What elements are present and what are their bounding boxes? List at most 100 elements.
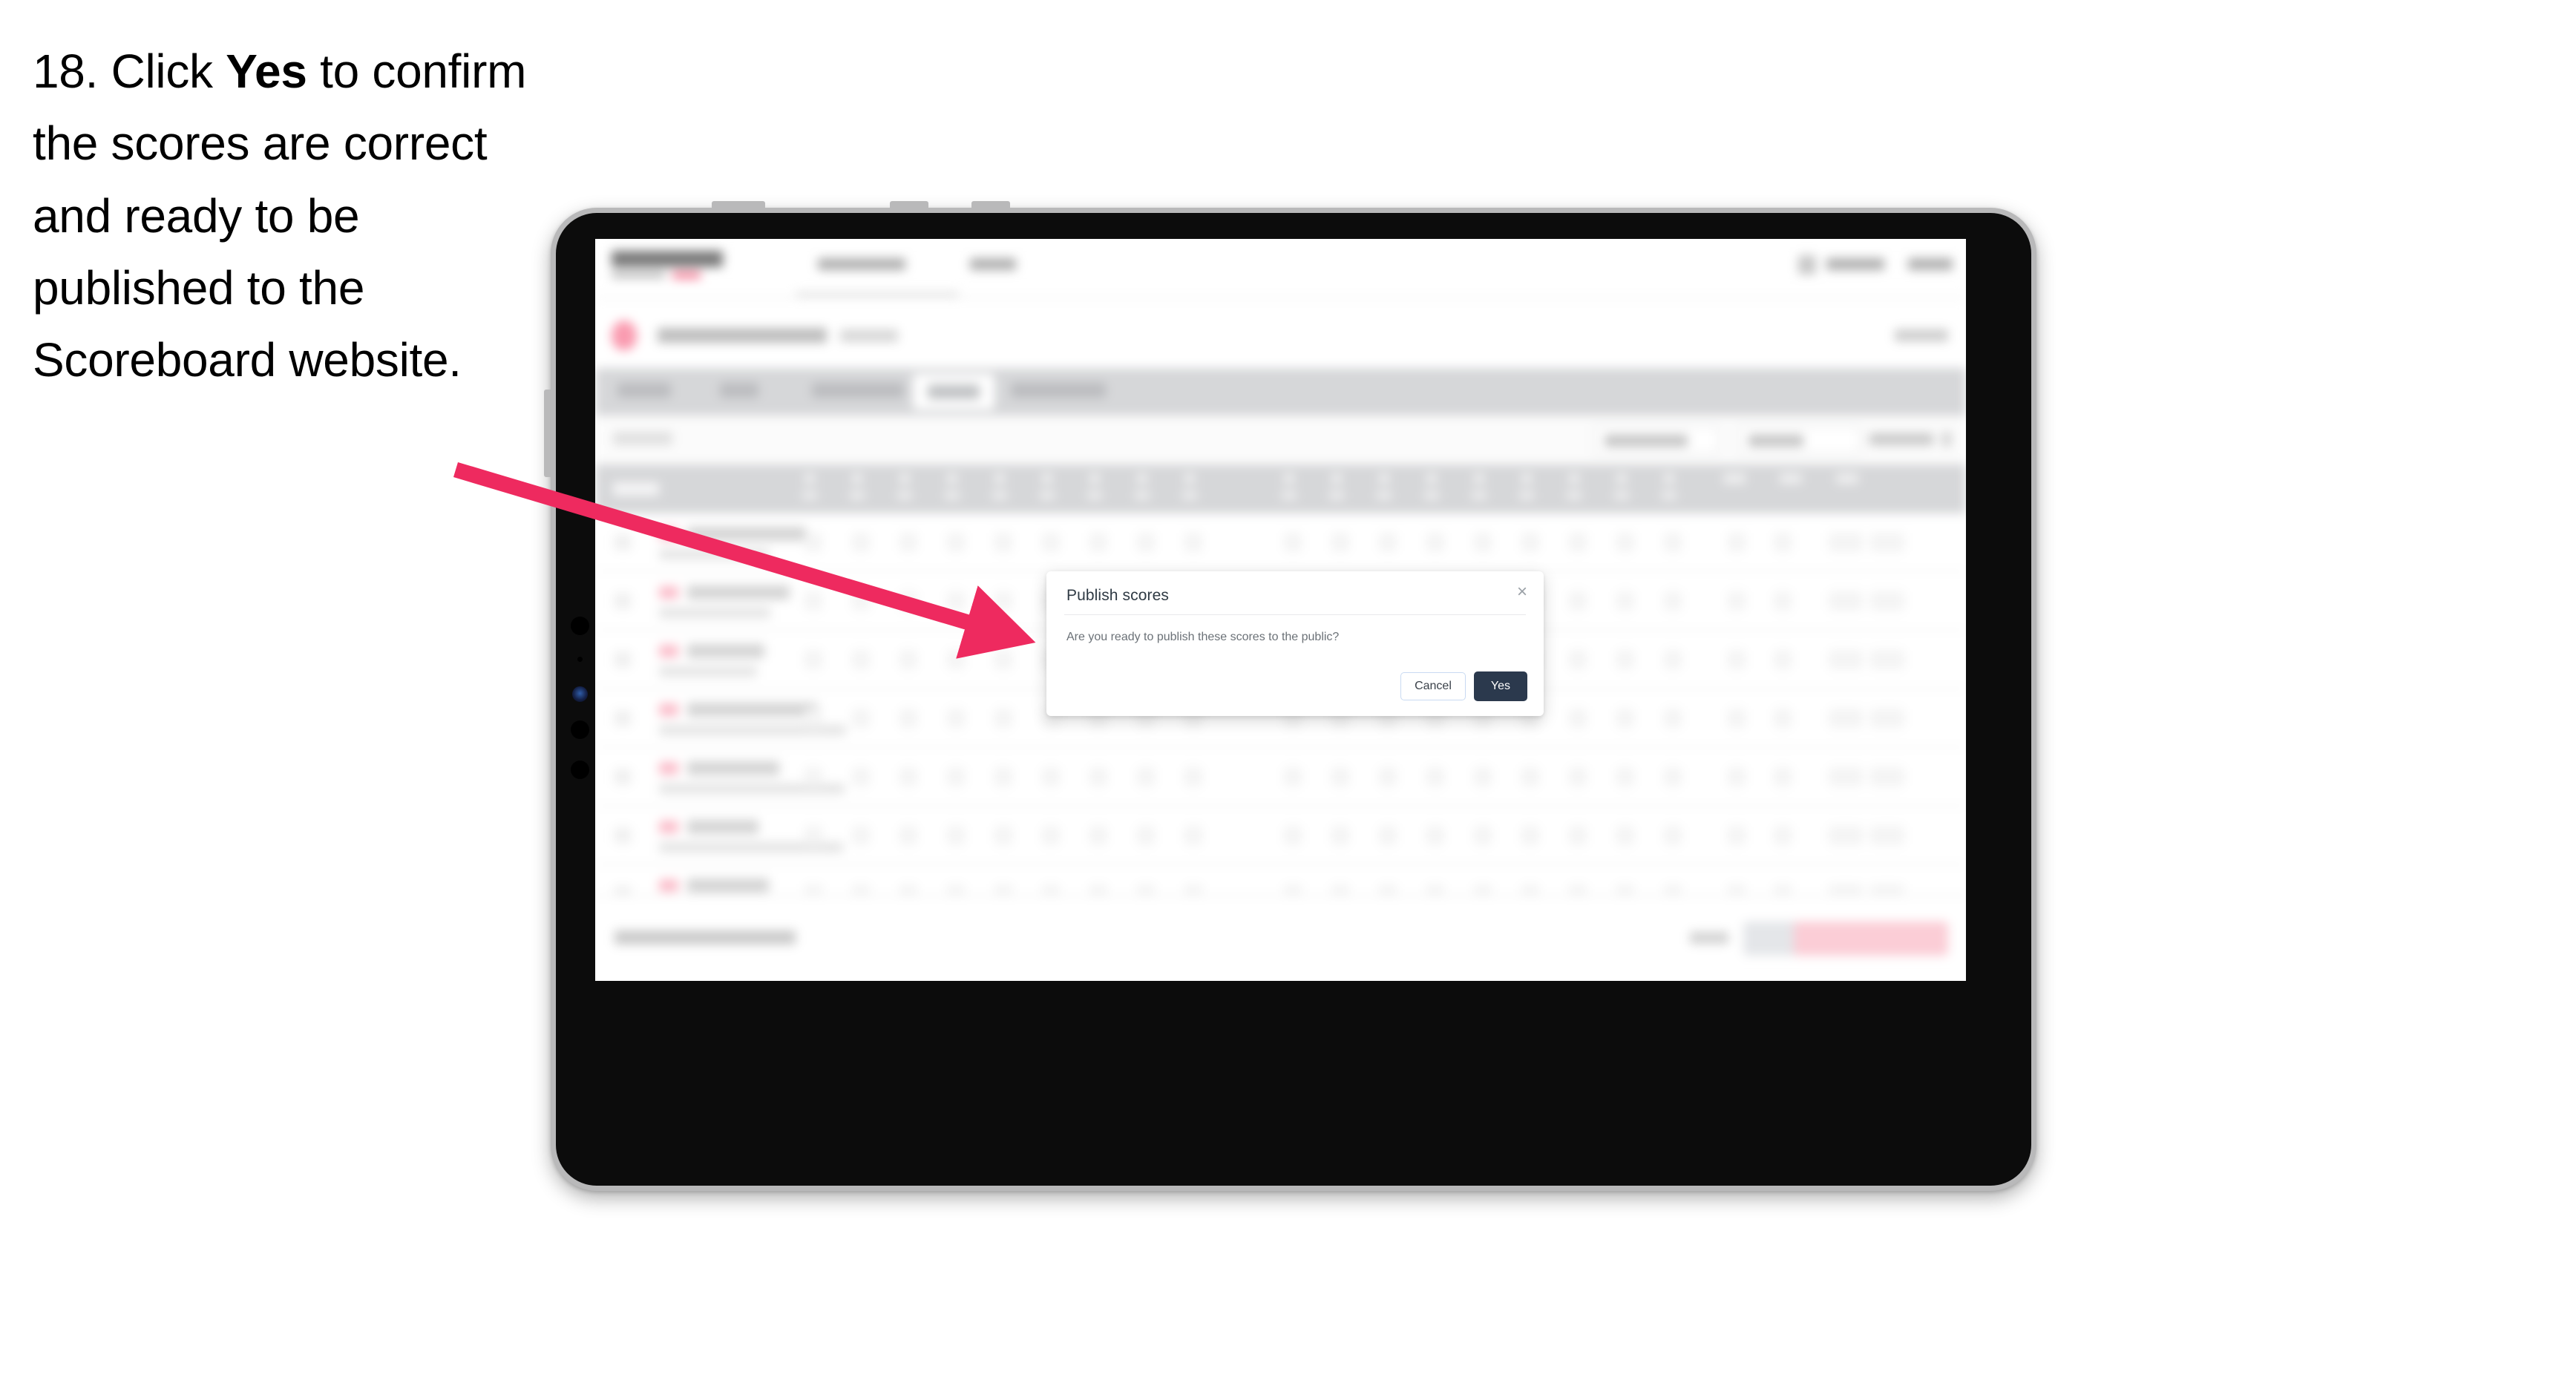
score-cell[interactable] <box>852 591 870 611</box>
score-cell[interactable] <box>994 709 1012 728</box>
score-cell[interactable] <box>804 709 822 728</box>
score-cell[interactable] <box>947 709 965 728</box>
nav-item-scoreboard[interactable] <box>818 258 905 270</box>
score-cell[interactable] <box>1474 533 1492 552</box>
score-cell[interactable] <box>899 650 917 669</box>
score-cell[interactable] <box>1042 533 1060 552</box>
score-cell[interactable] <box>1664 533 1682 552</box>
cancel-button[interactable]: Cancel <box>1400 672 1466 700</box>
score-cell[interactable] <box>1616 650 1634 669</box>
app-logo[interactable] <box>612 251 723 267</box>
score-cell[interactable] <box>1089 767 1107 786</box>
tab-course-setup[interactable] <box>812 383 904 398</box>
score-cell[interactable] <box>1284 826 1302 845</box>
score-cell[interactable] <box>804 533 822 552</box>
score-cell[interactable] <box>947 650 965 669</box>
score-cell[interactable] <box>1426 533 1444 552</box>
score-cell[interactable] <box>1184 767 1202 786</box>
score-cell[interactable] <box>1379 826 1397 845</box>
score-cell[interactable] <box>1616 826 1634 845</box>
score-cell[interactable] <box>1042 767 1060 786</box>
score-cell[interactable] <box>1042 826 1060 845</box>
score-cell[interactable] <box>1521 767 1539 786</box>
score-cell[interactable] <box>852 533 870 552</box>
score-cell[interactable] <box>1089 826 1107 845</box>
nav-item-sign-out[interactable] <box>1908 258 1953 270</box>
page-title-action[interactable] <box>1895 329 1948 341</box>
score-cell[interactable] <box>899 591 917 611</box>
score-cell[interactable] <box>899 533 917 552</box>
row-checkbox[interactable] <box>614 651 631 668</box>
score-cell[interactable] <box>1569 826 1587 845</box>
score-cell[interactable] <box>1331 767 1349 786</box>
score-cell[interactable] <box>804 591 822 611</box>
score-cell[interactable] <box>1331 826 1349 845</box>
row-checkbox[interactable] <box>614 593 631 609</box>
table-settings-link[interactable] <box>1869 433 1933 445</box>
score-cell[interactable] <box>947 533 965 552</box>
score-cell[interactable] <box>994 767 1012 786</box>
score-cell[interactable] <box>1426 767 1444 786</box>
score-cell[interactable] <box>1521 533 1539 552</box>
score-cell[interactable] <box>947 826 965 845</box>
score-cell[interactable] <box>899 709 917 728</box>
score-cell[interactable] <box>994 826 1012 845</box>
row-checkbox[interactable] <box>614 769 631 785</box>
score-cell[interactable] <box>1137 767 1155 786</box>
score-cell[interactable] <box>1284 767 1302 786</box>
table-row[interactable] <box>595 513 1966 572</box>
score-cell[interactable] <box>852 650 870 669</box>
score-cell[interactable] <box>1664 709 1682 728</box>
close-icon[interactable]: × <box>1517 583 1527 601</box>
score-cell[interactable] <box>1184 826 1202 845</box>
tab-results[interactable] <box>913 374 994 410</box>
score-cell[interactable] <box>852 826 870 845</box>
score-cell[interactable] <box>994 650 1012 669</box>
score-cell[interactable] <box>1616 767 1634 786</box>
table-row[interactable] <box>595 807 1966 865</box>
score-cell[interactable] <box>1379 767 1397 786</box>
score-cell[interactable] <box>1426 826 1444 845</box>
score-cell[interactable] <box>1569 591 1587 611</box>
score-cell[interactable] <box>1474 826 1492 845</box>
nav-item-event[interactable] <box>970 258 1016 270</box>
score-cell[interactable] <box>1379 533 1397 552</box>
score-cell[interactable] <box>804 650 822 669</box>
score-cell[interactable] <box>1569 533 1587 552</box>
tab-leaderboard[interactable] <box>1011 383 1106 398</box>
avatar[interactable] <box>1798 255 1816 275</box>
score-cell[interactable] <box>947 767 965 786</box>
row-checkbox[interactable] <box>614 827 631 844</box>
report-select[interactable] <box>1737 425 1861 455</box>
score-cell[interactable] <box>852 709 870 728</box>
score-cell[interactable] <box>1184 533 1202 552</box>
score-cell[interactable] <box>1664 591 1682 611</box>
score-cell[interactable] <box>804 826 822 845</box>
score-cell[interactable] <box>804 767 822 786</box>
score-cell[interactable] <box>1569 709 1587 728</box>
score-cell[interactable] <box>899 767 917 786</box>
score-cell[interactable] <box>1616 533 1634 552</box>
score-cell[interactable] <box>1474 767 1492 786</box>
score-cell[interactable] <box>1137 533 1155 552</box>
score-cell[interactable] <box>1284 533 1302 552</box>
score-cell[interactable] <box>1137 826 1155 845</box>
score-cell[interactable] <box>1664 826 1682 845</box>
score-cell[interactable] <box>1616 709 1634 728</box>
nav-item-user-name[interactable] <box>1826 258 1884 270</box>
score-cell[interactable] <box>1521 826 1539 845</box>
row-checkbox[interactable] <box>614 710 631 726</box>
score-cell[interactable] <box>947 591 965 611</box>
score-cell[interactable] <box>1664 650 1682 669</box>
score-cell[interactable] <box>852 767 870 786</box>
row-checkbox[interactable] <box>614 534 631 551</box>
score-cell[interactable] <box>994 533 1012 552</box>
footer-publish-button[interactable] <box>1794 922 1948 956</box>
score-cell[interactable] <box>1569 650 1587 669</box>
table-row[interactable] <box>595 748 1966 807</box>
score-cell[interactable] <box>994 591 1012 611</box>
footer-cancel-link[interactable] <box>1690 932 1728 944</box>
score-cell[interactable] <box>1331 533 1349 552</box>
settings-icon[interactable] <box>1942 432 1951 447</box>
score-cell[interactable] <box>1089 533 1107 552</box>
